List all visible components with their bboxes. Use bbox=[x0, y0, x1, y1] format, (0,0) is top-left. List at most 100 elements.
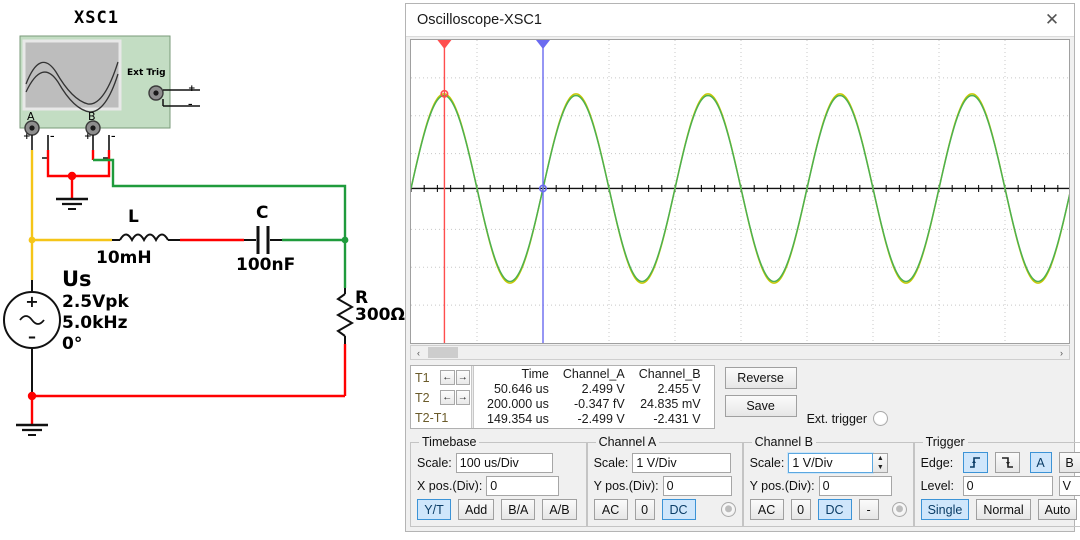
scroll-right-icon[interactable]: › bbox=[1054, 348, 1069, 358]
channel-b-title: Channel B bbox=[754, 435, 813, 449]
channel-a-ypos-label: Y pos.(Div): bbox=[593, 478, 659, 493]
rising-edge-icon[interactable] bbox=[962, 452, 988, 473]
scrollbar-thumb[interactable] bbox=[428, 347, 458, 358]
col-header-channel-a: Channel_A bbox=[562, 367, 625, 381]
measurement-table-wrap: Time Channel_A Channel_B 50.646 us 2.499… bbox=[474, 366, 714, 428]
cursor-delta-row: T2-T1 bbox=[415, 408, 471, 427]
close-icon[interactable]: ✕ bbox=[1030, 4, 1074, 36]
channel-a-coupling-ac[interactable]: AC bbox=[593, 499, 628, 520]
channel-a-title: Channel A bbox=[598, 435, 657, 449]
t1-left-button[interactable]: ← bbox=[440, 370, 455, 385]
timebase-mode-a-over-b[interactable]: A/B bbox=[542, 499, 577, 520]
resistor-zigzag bbox=[335, 293, 355, 337]
control-panels: Timebase Scale: 100 us/Div X pos.(Div): … bbox=[406, 434, 1080, 531]
t2-right-button[interactable]: → bbox=[455, 390, 470, 405]
cursor-measurement-panel: T1 ← → T2 ← → T2-T1 Time Channel_A Chann… bbox=[410, 365, 715, 429]
terminal-a-minus: – bbox=[50, 132, 55, 142]
oscilloscope-window: Oscilloscope-XSC1 ✕ ‹ › T1 ← → T2 ← → T2… bbox=[405, 3, 1080, 532]
cursor-t1-label: T1 bbox=[415, 370, 430, 385]
trigger-level-input[interactable]: 0 bbox=[962, 475, 1053, 496]
rising-edge-glyph bbox=[969, 457, 980, 468]
capacitor-value-label: 100nF bbox=[236, 255, 296, 275]
t1-time: 50.646 us bbox=[493, 382, 549, 396]
channel-b-indicator[interactable] bbox=[891, 502, 907, 517]
terminal-b-plus: + bbox=[84, 132, 92, 142]
terminal-b-pin bbox=[90, 125, 96, 131]
ext-trigger-indicator[interactable] bbox=[873, 411, 889, 426]
channel-a-indicator[interactable] bbox=[720, 502, 736, 517]
capacitor-ref-label: C bbox=[256, 203, 269, 223]
spinner-up-icon[interactable]: ▲ bbox=[873, 454, 887, 463]
table-header-row: Time Channel_A Channel_B bbox=[480, 367, 708, 382]
timebase-xpos-row: X pos.(Div): 0 bbox=[417, 474, 580, 497]
channel-b-ypos-label: Y pos.(Div): bbox=[749, 478, 815, 493]
trigger-level-unit[interactable]: V bbox=[1058, 475, 1080, 496]
source-plus-sign: + bbox=[25, 292, 38, 311]
ext-trig-minus-label: – bbox=[188, 100, 193, 110]
channel-a-coupling-gnd[interactable]: 0 bbox=[634, 499, 655, 520]
channel-b-scale-spinner[interactable]: ▲ ▼ bbox=[873, 452, 889, 473]
cursor-readout-row: T1 ← → T2 ← → T2-T1 Time Channel_A Chann… bbox=[406, 362, 1074, 434]
channel-a-scale-row: Scale: 1 V/Div bbox=[594, 451, 736, 474]
delta-channel-b: -2.431 V bbox=[653, 412, 701, 426]
xsc1-ref-label: XSC1 bbox=[74, 8, 119, 28]
trigger-mode-row: Single Normal Auto None bbox=[920, 498, 1080, 521]
falling-edge-glyph bbox=[1001, 457, 1013, 468]
save-button[interactable]: Save bbox=[724, 395, 797, 417]
trigger-source-a[interactable]: A bbox=[1029, 452, 1052, 473]
falling-edge-icon[interactable] bbox=[994, 452, 1020, 473]
t2-left-button[interactable]: ← bbox=[440, 390, 455, 405]
junction-scope-gnd bbox=[67, 171, 77, 181]
timebase-scale-input[interactable]: 100 us/Div bbox=[455, 452, 553, 473]
trigger-edge-row: Edge: A B Ext bbox=[921, 451, 1080, 474]
timebase-mode-add[interactable]: Add bbox=[458, 499, 495, 520]
resistor-value-label: 300Ω bbox=[355, 305, 405, 325]
timebase-mode-b-over-a[interactable]: B/A bbox=[501, 499, 536, 520]
t1-right-button[interactable]: → bbox=[455, 370, 470, 385]
wire-b-minus-gnd bbox=[72, 150, 111, 178]
cursor-t2-row: T2 ← → bbox=[415, 388, 471, 407]
cursor-t2-label: T2 bbox=[415, 390, 430, 405]
source-minus-sign: – bbox=[28, 327, 36, 346]
waveform-scrollbar[interactable]: ‹ › bbox=[410, 345, 1070, 360]
trigger-source-b[interactable]: B bbox=[1058, 452, 1080, 473]
channel-b-invert-button[interactable]: - bbox=[858, 499, 879, 520]
col-header-channel-b: Channel_B bbox=[638, 367, 701, 381]
timebase-scale-row: Scale: 100 us/Div bbox=[417, 451, 580, 474]
channel-a-coupling-dc[interactable]: DC bbox=[661, 499, 696, 520]
table-row: 149.354 us -2.499 V -2.431 V bbox=[480, 412, 708, 427]
channel-a-ypos-input[interactable]: 0 bbox=[662, 475, 732, 496]
trigger-mode-single[interactable]: Single bbox=[920, 499, 970, 520]
scroll-left-icon[interactable]: ‹ bbox=[411, 348, 426, 358]
channel-b-scale-label: Scale: bbox=[749, 455, 785, 470]
channel-b-scale-input[interactable]: 1 V/Div bbox=[787, 451, 875, 474]
waveform-canvas bbox=[411, 40, 1069, 343]
inductor-value-label: 10mH bbox=[96, 248, 152, 268]
source-frequency-label: 5.0kHz bbox=[62, 313, 128, 333]
ext-trig-label: Ext Trig bbox=[127, 68, 166, 78]
source-phase-label: 0° bbox=[62, 334, 83, 354]
timebase-mode-yt[interactable]: Y/T bbox=[417, 499, 451, 520]
inductor-ref-label: L bbox=[128, 207, 139, 227]
spinner-down-icon[interactable]: ▼ bbox=[873, 463, 887, 472]
terminal-b-minus: – bbox=[111, 132, 116, 142]
delta-time: 149.354 us bbox=[487, 412, 549, 426]
table-row: 200.000 us -0.347 fV 24.835 mV bbox=[480, 397, 708, 412]
trigger-mode-auto[interactable]: Auto bbox=[1037, 499, 1078, 520]
waveform-svg bbox=[411, 40, 1069, 343]
timebase-xpos-input[interactable]: 0 bbox=[486, 475, 560, 496]
channel-b-coupling-ac[interactable]: AC bbox=[749, 499, 784, 520]
table-row: 50.646 us 2.499 V 2.455 V bbox=[480, 382, 708, 397]
channel-a-scale-label: Scale: bbox=[593, 455, 629, 470]
t2-channel-a: -0.347 fV bbox=[573, 397, 625, 411]
channel-b-coupling-gnd[interactable]: 0 bbox=[790, 499, 811, 520]
channel-a-scale-input[interactable]: 1 V/Div bbox=[632, 452, 732, 473]
scope-action-buttons: Reverse Save Ext. trigger bbox=[724, 365, 889, 434]
reverse-button[interactable]: Reverse bbox=[724, 367, 797, 389]
waveform-display[interactable] bbox=[410, 39, 1070, 344]
t1-channel-a: 2.499 V bbox=[581, 382, 625, 396]
channel-b-coupling-dc[interactable]: DC bbox=[817, 499, 852, 520]
trigger-mode-normal[interactable]: Normal bbox=[976, 499, 1031, 520]
terminal-b-label: B bbox=[88, 110, 96, 123]
channel-b-ypos-input[interactable]: 0 bbox=[818, 475, 892, 496]
